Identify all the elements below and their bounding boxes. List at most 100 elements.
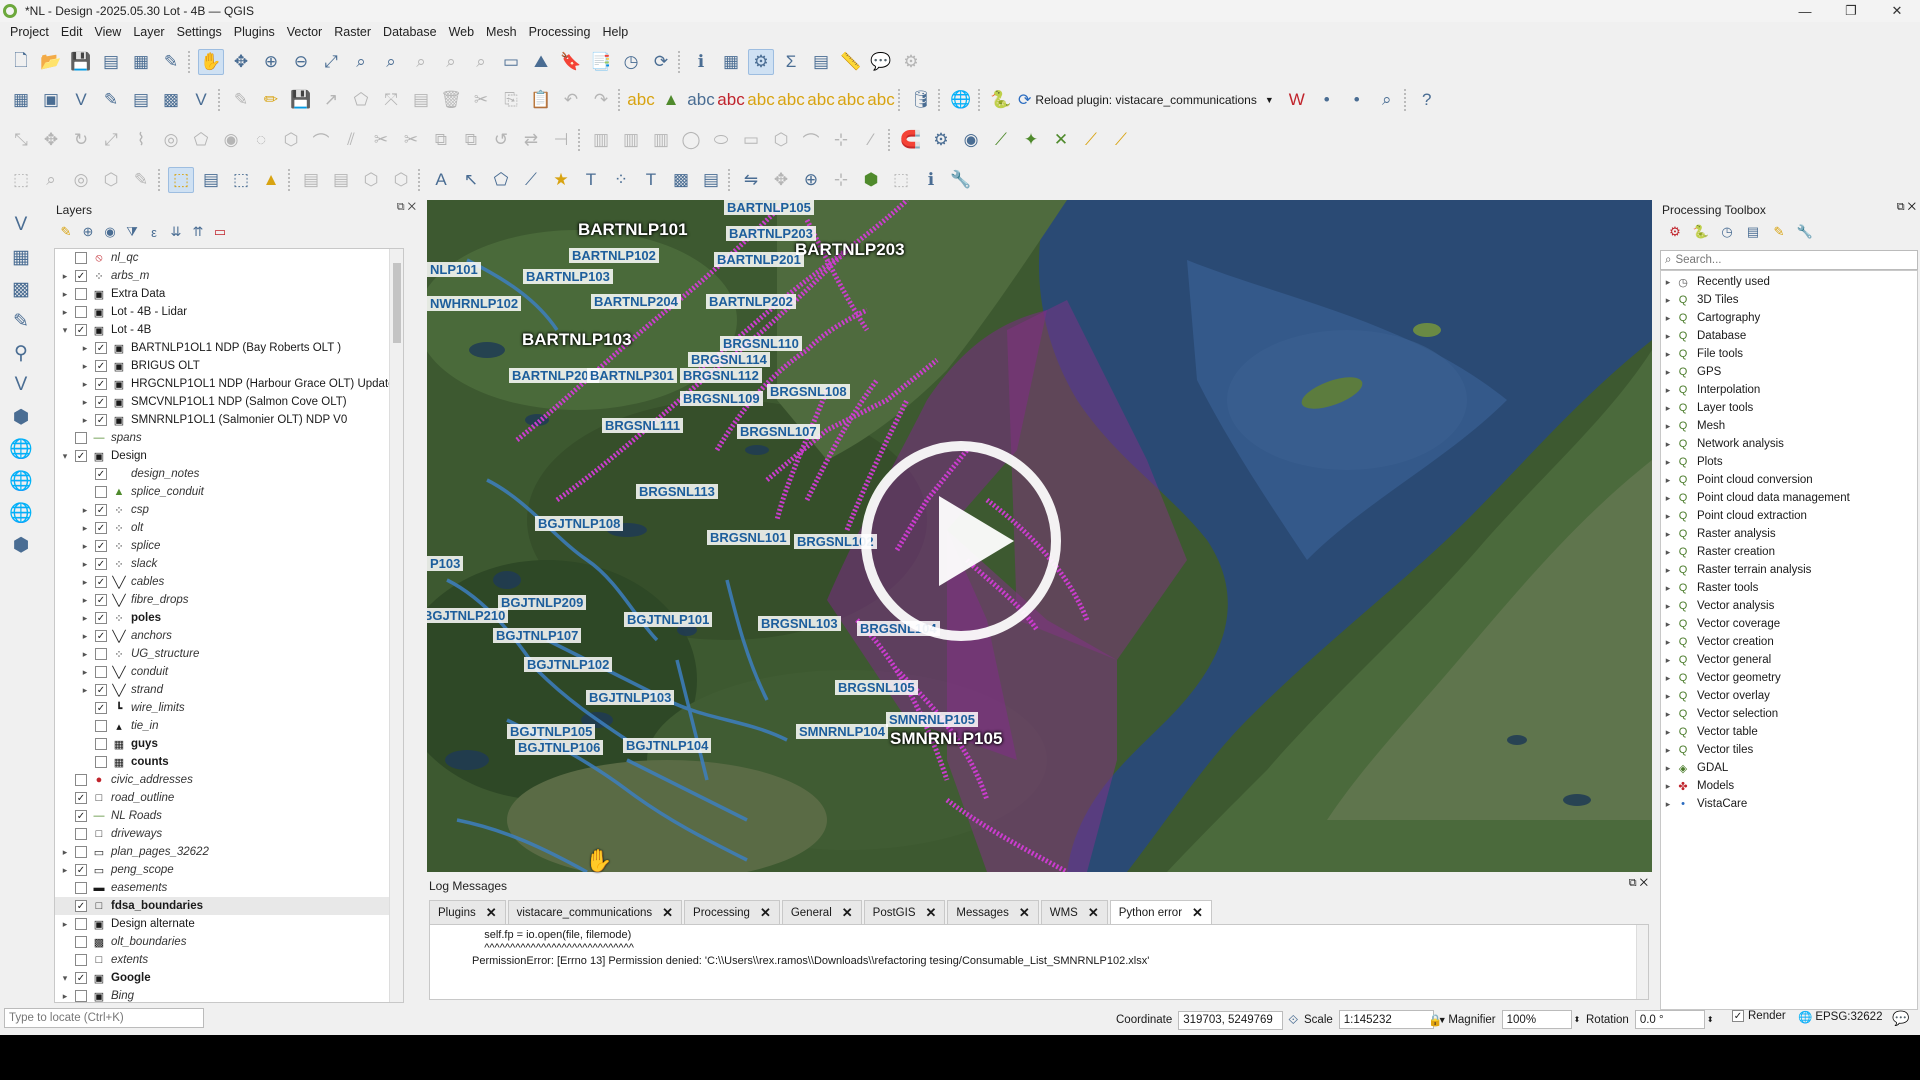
layer-row[interactable]: ▸ ▣ Design alternate: [55, 915, 403, 933]
toolbox-group[interactable]: ▸ Q Raster terrain analysis: [1661, 561, 1917, 579]
expand-arrow-icon[interactable]: ▸: [59, 307, 71, 318]
annotation-text-icon[interactable]: A: [428, 167, 454, 193]
layer-visibility-checkbox[interactable]: ✓: [95, 414, 107, 426]
layer-visibility-checkbox[interactable]: ✓: [95, 378, 107, 390]
layer-row[interactable]: ▦ guys: [55, 735, 403, 753]
menu-plugins[interactable]: Plugins: [228, 25, 281, 39]
menu-view[interactable]: View: [88, 25, 127, 39]
layer-visibility-checkbox[interactable]: [75, 432, 87, 444]
expand-arrow-icon[interactable]: ▸: [79, 667, 91, 678]
maximize-button[interactable]: ❐: [1828, 0, 1874, 22]
toolbox-group[interactable]: ▸ Q Point cloud conversion: [1661, 471, 1917, 489]
new-project-icon[interactable]: 🗋: [8, 49, 34, 75]
expand-arrow-icon[interactable]: ▸: [59, 847, 71, 858]
show-bookmarks-icon[interactable]: 📑: [588, 49, 614, 75]
digitize-icon[interactable]: ↗: [318, 87, 344, 113]
new-geopackage-layer-icon[interactable]: ▣: [38, 87, 64, 113]
layer-row[interactable]: ▸ ✓ ▣ HRGCNLP1OL1 NDP (Harbour Grace OLT) U…: [55, 375, 403, 393]
expand-arrow-icon[interactable]: ▸: [1661, 493, 1675, 504]
expand-arrow-icon[interactable]: ▸: [1661, 421, 1675, 432]
add-raster-layer-icon[interactable]: ▩: [158, 87, 184, 113]
layer-visibility-checkbox[interactable]: ✓: [75, 270, 87, 282]
menu-project[interactable]: Project: [4, 25, 55, 39]
layer-row[interactable]: ▸ ✓ ▣ SMNRNLP1OL1 (Salmonier OLT) NDP V0: [55, 411, 403, 429]
expand-arrow-icon[interactable]: ▸: [79, 559, 91, 570]
toolbox-group[interactable]: ▸ Q 3D Tiles: [1661, 291, 1917, 309]
expand-arrow-icon[interactable]: ▸: [1661, 295, 1675, 306]
expand-arrow-icon[interactable]: ▾: [59, 451, 71, 462]
select-expression-icon[interactable]: ▲: [258, 167, 284, 193]
toolbox-group[interactable]: ▸ Q Raster tools: [1661, 579, 1917, 597]
wrench-icon[interactable]: 🔧: [948, 167, 974, 193]
magnifier-spin-icon[interactable]: ⬍: [1574, 1015, 1581, 1024]
layer-visibility-checkbox[interactable]: [75, 954, 87, 966]
layer-row[interactable]: ▸ ╲╱ conduit: [55, 663, 403, 681]
crs-field[interactable]: 🌐 EPSG:32622: [1798, 1010, 1882, 1024]
toolbox-group[interactable]: ▸ Q Vector creation: [1661, 633, 1917, 651]
layer-visibility-checkbox[interactable]: ✓: [95, 612, 107, 624]
toolbox-group[interactable]: ▸ Q Point cloud data management: [1661, 489, 1917, 507]
expand-arrow-icon[interactable]: ▸: [1661, 781, 1675, 792]
layer-row[interactable]: ▴ tie_in: [55, 717, 403, 735]
copy-features-icon[interactable]: ⎘: [498, 87, 524, 113]
toolbox-group[interactable]: ▸ Q Mesh: [1661, 417, 1917, 435]
layer-visibility-checkbox[interactable]: [95, 720, 107, 732]
expand-arrow-icon[interactable]: ▸: [1661, 385, 1675, 396]
layer-row[interactable]: ✓ □ fdsa_boundaries: [55, 897, 403, 915]
python-console-icon[interactable]: 🐍: [988, 87, 1014, 113]
layer-visibility-checkbox[interactable]: ✓: [95, 576, 107, 588]
identify-features-icon[interactable]: ℹ: [688, 49, 714, 75]
menu-vector[interactable]: Vector: [281, 25, 328, 39]
map-tips-2-icon[interactable]: ⇋: [738, 167, 764, 193]
layer-row[interactable]: ▸ ✓ ⁘ csp: [55, 501, 403, 519]
expand-arrow-icon[interactable]: ▾: [59, 325, 71, 336]
expand-arrow-icon[interactable]: ▸: [79, 631, 91, 642]
lock-scale-icon[interactable]: 🔒: [1428, 1013, 1442, 1027]
layer-row[interactable]: ▸ ✓ ⁘ slack: [55, 555, 403, 573]
toolbox-group[interactable]: ▸ Q Vector table: [1661, 723, 1917, 741]
panel-float-close-icon[interactable]: ⧉ ✕: [397, 201, 416, 214]
log-tab[interactable]: General ✕: [781, 900, 862, 924]
expand-arrow-icon[interactable]: ▸: [1661, 655, 1675, 666]
expand-arrow-icon[interactable]: ▸: [1661, 277, 1675, 288]
mesh-digitize-icon[interactable]: ⬡: [388, 167, 414, 193]
move-icon[interactable]: ✥: [768, 167, 794, 193]
expand-arrow-icon[interactable]: ▸: [79, 595, 91, 606]
toolbox-group[interactable]: ▸ Q Vector overlay: [1661, 687, 1917, 705]
layer-visibility-checkbox[interactable]: [75, 918, 87, 930]
toolbox-group[interactable]: ▸ Q File tools: [1661, 345, 1917, 363]
rotation-spin-icon[interactable]: ⬍: [1707, 1015, 1714, 1024]
split-parts-icon[interactable]: ✂: [398, 127, 424, 153]
layer-visibility-checkbox[interactable]: ✓: [95, 684, 107, 696]
add-arcgis-icon[interactable]: 🌐: [8, 500, 34, 526]
layer-visibility-checkbox[interactable]: [95, 738, 107, 750]
add-part-icon[interactable]: ⬠: [188, 127, 214, 153]
expand-arrow-icon[interactable]: ▸: [1661, 331, 1675, 342]
offset-curve-icon[interactable]: ⫽: [338, 127, 364, 153]
filter-expression-icon[interactable]: ε: [144, 222, 164, 242]
layer-row[interactable]: ▸ ✓ ⁘ olt: [55, 519, 403, 537]
select-radius-icon[interactable]: ◎: [68, 167, 94, 193]
attribute-form-icon[interactable]: ▤: [328, 167, 354, 193]
add-wfs-icon[interactable]: 🌐: [8, 436, 34, 462]
chevron-down-icon[interactable]: ▼: [1265, 95, 1274, 105]
add-wms-layer-icon[interactable]: ▩: [8, 276, 34, 302]
snap-settings-icon[interactable]: ⟋: [1108, 127, 1134, 153]
select-freehand-icon[interactable]: ✎: [128, 167, 154, 193]
layer-row[interactable]: ▸ ▣ Extra Data: [55, 285, 403, 303]
layer-row[interactable]: ▦ counts: [55, 753, 403, 771]
pan-to-selection-icon[interactable]: ✥: [228, 49, 254, 75]
video-play-overlay-button[interactable]: [861, 441, 1061, 641]
expand-arrow-icon[interactable]: ▸: [59, 271, 71, 282]
undo-icon[interactable]: ↶: [558, 87, 584, 113]
results-viewer-icon[interactable]: ▤: [1742, 222, 1764, 242]
georef-icon[interactable]: ⊕: [798, 167, 824, 193]
map-tips-icon[interactable]: 💬: [868, 49, 894, 75]
toolbox-group[interactable]: ▸ Q Cartography: [1661, 309, 1917, 327]
temporal-controller-icon[interactable]: ◷: [618, 49, 644, 75]
render-checkbox[interactable]: ✓: [1732, 1010, 1744, 1022]
select-value-icon[interactable]: ⌕: [38, 167, 64, 193]
add-mesh-layer-icon[interactable]: ▦: [8, 244, 34, 270]
log-tab[interactable]: Processing ✕: [684, 900, 780, 924]
expand-arrow-icon[interactable]: ▸: [59, 289, 71, 300]
